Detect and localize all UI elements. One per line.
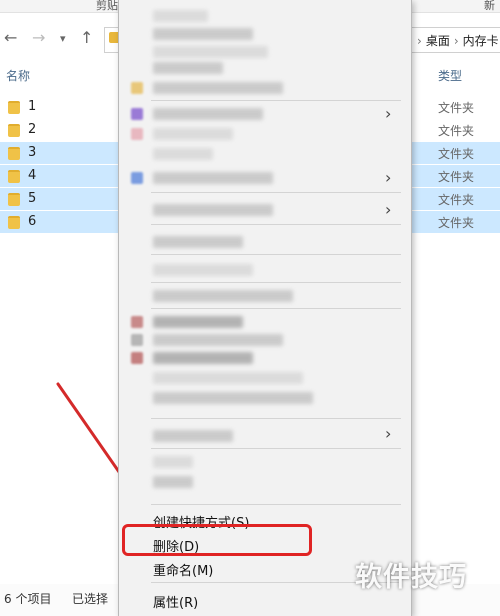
blurred-menu-item [153,264,253,276]
menu-separator [151,308,401,309]
delete-highlight-box [122,524,312,556]
blurred-menu-item [153,128,233,140]
menu-item-icon [131,128,143,140]
menu-item-icon [131,316,143,328]
menu-item-label: 重命名(M) [153,564,214,579]
menu-separator [151,418,401,419]
blurred-menu-item [153,148,213,160]
blurred-menu-item [153,236,243,248]
blurred-menu-item[interactable] [153,430,233,442]
menu-separator [151,282,401,283]
blurred-menu-item [153,10,208,22]
blurred-menu-item[interactable] [153,108,263,120]
blurred-menu-item [153,352,253,364]
blurred-menu-item [153,334,283,346]
menu-item-icon [131,172,143,184]
menu-separator [151,192,401,193]
blurred-menu-item [153,28,253,40]
blurred-menu-item [153,392,313,404]
menu-separator [151,504,401,505]
blurred-menu-item [153,456,193,468]
menu-separator [151,224,401,225]
blurred-menu-item [153,316,243,328]
blurred-menu-item [153,290,293,302]
blurred-menu-item [153,82,283,94]
menu-item-icon [131,334,143,346]
watermark: 软件技巧 [355,562,467,593]
blurred-menu-item [153,476,193,488]
blurred-menu-item[interactable] [153,204,273,216]
submenu-chevron-icon: › [385,104,392,123]
menu-item-label: 属性(R) [153,596,199,611]
blurred-menu-item [153,46,268,58]
menu-separator [151,254,401,255]
menu-item-icon [131,108,143,120]
menu-separator [151,100,401,101]
blurred-menu-item [153,62,223,74]
blurred-menu-item[interactable] [153,172,273,184]
blurred-menu-item [153,372,303,384]
submenu-chevron-icon: › [385,200,392,219]
menu-separator [151,448,401,449]
menu-item-icon [131,82,143,94]
submenu-chevron-icon: › [385,424,392,443]
submenu-chevron-icon: › [385,168,392,187]
menu-item-icon [131,352,143,364]
